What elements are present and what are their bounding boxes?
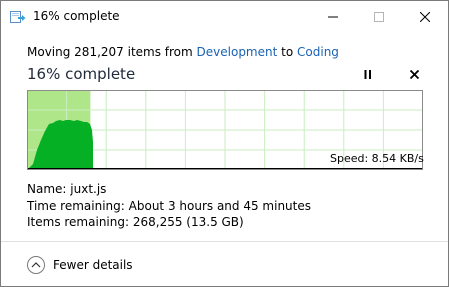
move-files-icon (10, 11, 26, 23)
minimize-button[interactable] (310, 1, 356, 32)
window-title: 16% complete (33, 9, 120, 23)
file-operation-dialog: 16% complete Moving 281,207 items from D… (0, 0, 449, 287)
close-icon (420, 11, 430, 22)
detail-file-name: Name: juxt.js (27, 181, 106, 197)
footer-divider (1, 241, 448, 242)
chevron-up-icon (27, 256, 45, 274)
cancel-button[interactable] (405, 65, 423, 83)
destination-folder-link[interactable]: Coding (297, 45, 339, 59)
operation-connector: to (277, 45, 298, 59)
pause-button[interactable] (359, 65, 377, 83)
fewer-details-toggle[interactable]: Fewer details (27, 256, 133, 274)
items-remaining-label: Items remaining: (27, 215, 130, 229)
fewer-details-label: Fewer details (53, 258, 133, 272)
progress-heading: 16% complete (27, 65, 136, 83)
title-bar[interactable]: 16% complete (1, 1, 448, 32)
source-folder-link[interactable]: Development (197, 45, 278, 59)
operation-prefix: Moving 281,207 items from (27, 45, 197, 59)
items-remaining-value: 268,255 (13.5 GB) (132, 215, 244, 229)
detail-items-remaining: Items remaining: 268,255 (13.5 GB) (27, 214, 244, 230)
pause-icon (364, 69, 371, 79)
file-name-label: Name: (27, 182, 67, 196)
time-remaining-value: About 3 hours and 45 minutes (128, 199, 311, 213)
minimize-icon (328, 16, 338, 17)
time-remaining-label: Time remaining: (27, 199, 125, 213)
maximize-icon (374, 11, 384, 22)
maximize-button[interactable] (356, 1, 402, 32)
file-name-value: juxt.js (70, 182, 107, 196)
detail-time-remaining: Time remaining: About 3 hours and 45 min… (27, 198, 311, 214)
transfer-speed: Speed: 8.54 KB/s (330, 152, 424, 165)
cancel-icon (409, 69, 419, 79)
close-button[interactable] (402, 1, 448, 32)
operation-description: Moving 281,207 items from Development to… (27, 44, 339, 60)
